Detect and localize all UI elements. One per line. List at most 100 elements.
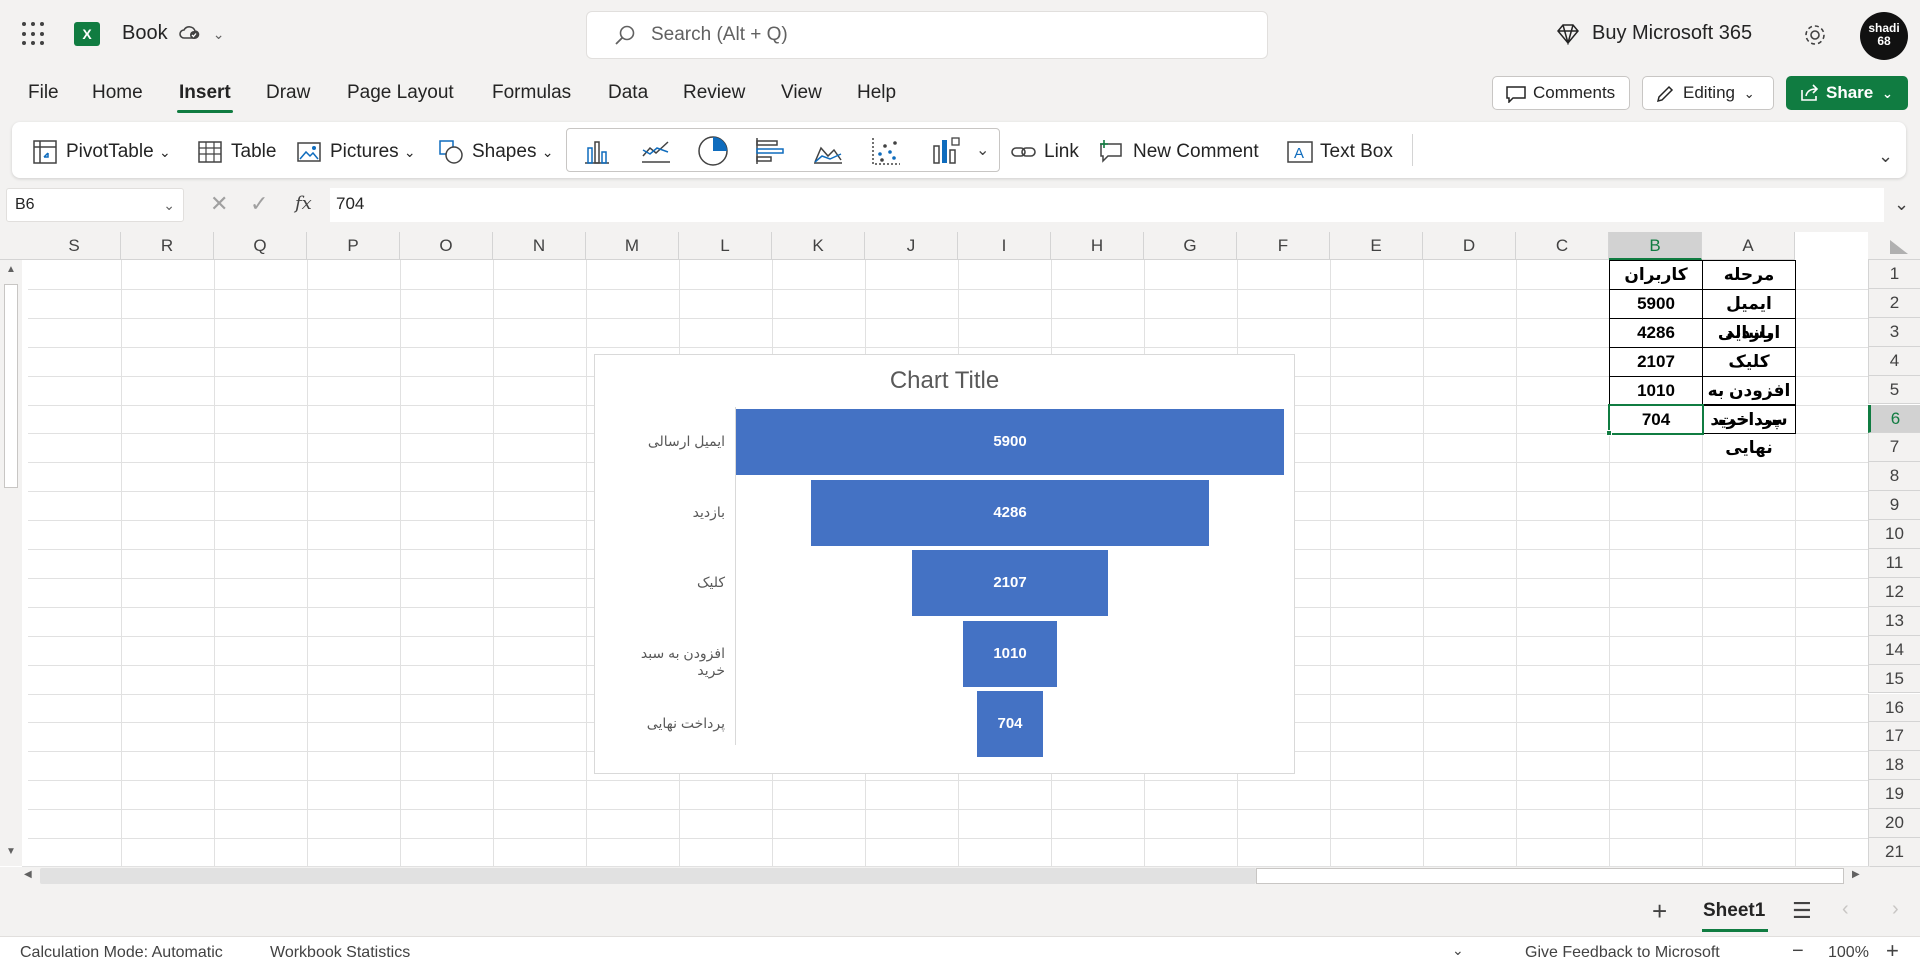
row-header-9[interactable]: 9 <box>1868 491 1920 521</box>
column-header-d[interactable]: D <box>1423 232 1516 260</box>
table-button[interactable]: Table <box>231 141 276 163</box>
row-header-12[interactable]: 12 <box>1868 577 1920 607</box>
zoom-in-icon[interactable]: + <box>1886 938 1899 964</box>
menu-formulas[interactable]: Formulas <box>492 82 571 104</box>
feedback-link[interactable]: Give Feedback to Microsoft <box>1525 944 1720 962</box>
menu-data[interactable]: Data <box>608 82 648 104</box>
cell-a4[interactable]: کلیک <box>1702 346 1796 377</box>
row-header-14[interactable]: 14 <box>1868 635 1920 665</box>
confirm-icon[interactable]: ✓ <box>250 191 268 217</box>
column-header-h[interactable]: H <box>1051 232 1144 260</box>
link-button[interactable]: Link <box>1044 141 1079 163</box>
editing-mode-button[interactable]: Editing ⌄ <box>1642 76 1774 110</box>
row-header-4[interactable]: 4 <box>1868 346 1920 376</box>
column-header-o[interactable]: O <box>400 232 493 260</box>
column-header-i[interactable]: I <box>958 232 1051 260</box>
row-header-8[interactable]: 8 <box>1868 462 1920 492</box>
area-chart-icon[interactable] <box>812 136 844 166</box>
row-header-3[interactable]: 3 <box>1868 317 1920 347</box>
text-box-button[interactable]: Text Box <box>1320 141 1393 163</box>
row-header-18[interactable]: 18 <box>1868 751 1920 781</box>
horizontal-scroll-thumb[interactable] <box>1256 868 1844 884</box>
scroll-right-icon[interactable]: ▶ <box>1852 869 1860 880</box>
name-box[interactable]: B6 ⌄ <box>6 188 184 222</box>
workbook-statistics[interactable]: Workbook Statistics <box>270 944 410 962</box>
row-header-6[interactable]: 6 <box>1868 404 1920 434</box>
app-launcher-icon[interactable] <box>22 22 46 46</box>
sheet-tab-sheet1[interactable]: Sheet1 <box>1703 900 1765 922</box>
column-header-r[interactable]: R <box>121 232 214 260</box>
menu-view[interactable]: View <box>781 82 822 104</box>
workbook-title[interactable]: Book ⌄ <box>122 22 224 45</box>
chart-gallery-expand-icon[interactable]: ⌄ <box>976 140 989 160</box>
previous-sheet-icon[interactable]: ‹ <box>1842 898 1849 921</box>
cell-a6[interactable]: پرداخت نهایی <box>1702 404 1796 457</box>
row-header-20[interactable]: 20 <box>1868 809 1920 838</box>
cell-a5[interactable]: افزودن به سبد خرید <box>1702 375 1796 429</box>
settings-gear-icon[interactable] <box>1802 22 1828 48</box>
row-header-1[interactable]: 1 <box>1868 260 1920 289</box>
cell-b3[interactable]: 4286 <box>1609 317 1703 348</box>
all-sheets-menu-icon[interactable]: ☰ <box>1792 898 1812 924</box>
column-header-s[interactable]: S <box>28 232 121 260</box>
scatter-chart-icon[interactable] <box>870 136 902 166</box>
ribbon-expand-icon[interactable]: ⌄ <box>1878 146 1893 167</box>
pie-chart-icon[interactable] <box>696 134 730 168</box>
cell-b4[interactable]: 2107 <box>1609 346 1703 377</box>
column-header-m[interactable]: M <box>586 232 679 260</box>
menu-insert[interactable]: Insert <box>179 82 231 104</box>
column-header-j[interactable]: J <box>865 232 958 260</box>
menu-help[interactable]: Help <box>857 82 896 104</box>
insert-function-icon[interactable]: fx <box>295 193 312 214</box>
row-header-15[interactable]: 15 <box>1868 664 1920 694</box>
menu-review[interactable]: Review <box>683 82 745 104</box>
column-header-g[interactable]: G <box>1144 232 1237 260</box>
shapes-button[interactable]: Shapes ⌄ <box>472 141 553 163</box>
cell-a3[interactable]: بازدید <box>1702 317 1796 348</box>
row-header-21[interactable]: 21 <box>1868 838 1920 867</box>
menu-file[interactable]: File <box>28 82 59 104</box>
column-header-p[interactable]: P <box>307 232 400 260</box>
menu-home[interactable]: Home <box>92 82 143 104</box>
select-all-corner[interactable] <box>1868 232 1920 260</box>
column-header-e[interactable]: E <box>1330 232 1423 260</box>
column-chart-icon[interactable] <box>582 136 612 166</box>
column-header-n[interactable]: N <box>493 232 586 260</box>
column-header-c[interactable]: C <box>1516 232 1609 260</box>
column-header-a[interactable]: A <box>1702 232 1795 260</box>
row-header-5[interactable]: 5 <box>1868 375 1920 405</box>
avatar[interactable]: shadi 68 <box>1860 12 1908 60</box>
buy-microsoft-365-button[interactable]: Buy Microsoft 365 <box>1592 22 1752 45</box>
calculation-mode[interactable]: Calculation Mode: Automatic <box>20 944 223 962</box>
row-header-19[interactable]: 19 <box>1868 780 1920 810</box>
zoom-level[interactable]: 100% <box>1828 944 1869 962</box>
line-chart-icon[interactable] <box>640 136 672 166</box>
formula-input[interactable]: 704 <box>330 188 1884 222</box>
column-header-q[interactable]: Q <box>214 232 307 260</box>
share-button[interactable]: Share ⌄ <box>1786 76 1908 110</box>
column-header-b[interactable]: B <box>1609 232 1702 260</box>
cell-a2[interactable]: ایمیل ارسالی <box>1702 288 1796 342</box>
next-sheet-icon[interactable]: › <box>1892 898 1899 921</box>
row-header-11[interactable]: 11 <box>1868 549 1920 578</box>
row-header-13[interactable]: 13 <box>1868 606 1920 636</box>
row-header-17[interactable]: 17 <box>1868 722 1920 752</box>
scroll-left-icon[interactable]: ◀ <box>24 869 32 880</box>
cell-b1[interactable]: کاربران <box>1609 260 1703 290</box>
status-expand-icon[interactable]: ⌄ <box>1452 942 1464 959</box>
column-header-k[interactable]: K <box>772 232 865 260</box>
fill-handle[interactable] <box>1606 430 1612 437</box>
bar-chart-icon[interactable] <box>754 136 786 166</box>
menu-draw[interactable]: Draw <box>266 82 310 104</box>
vertical-scroll-thumb[interactable] <box>4 284 18 488</box>
zoom-out-icon[interactable]: − <box>1792 940 1804 963</box>
row-header-16[interactable]: 16 <box>1868 693 1920 723</box>
pictures-button[interactable]: Pictures ⌄ <box>330 141 416 163</box>
column-header-l[interactable]: L <box>679 232 772 260</box>
funnel-chart[interactable]: Chart Title 5900 ایمیل ارسالی 4286 بازدید 21… <box>594 354 1295 774</box>
row-header-7[interactable]: 7 <box>1868 433 1920 463</box>
scroll-up-icon[interactable]: ▲ <box>2 264 20 282</box>
row-header-2[interactable]: 2 <box>1868 288 1920 318</box>
add-sheet-button[interactable]: + <box>1652 896 1667 927</box>
menu-page-layout[interactable]: Page Layout <box>347 82 454 104</box>
